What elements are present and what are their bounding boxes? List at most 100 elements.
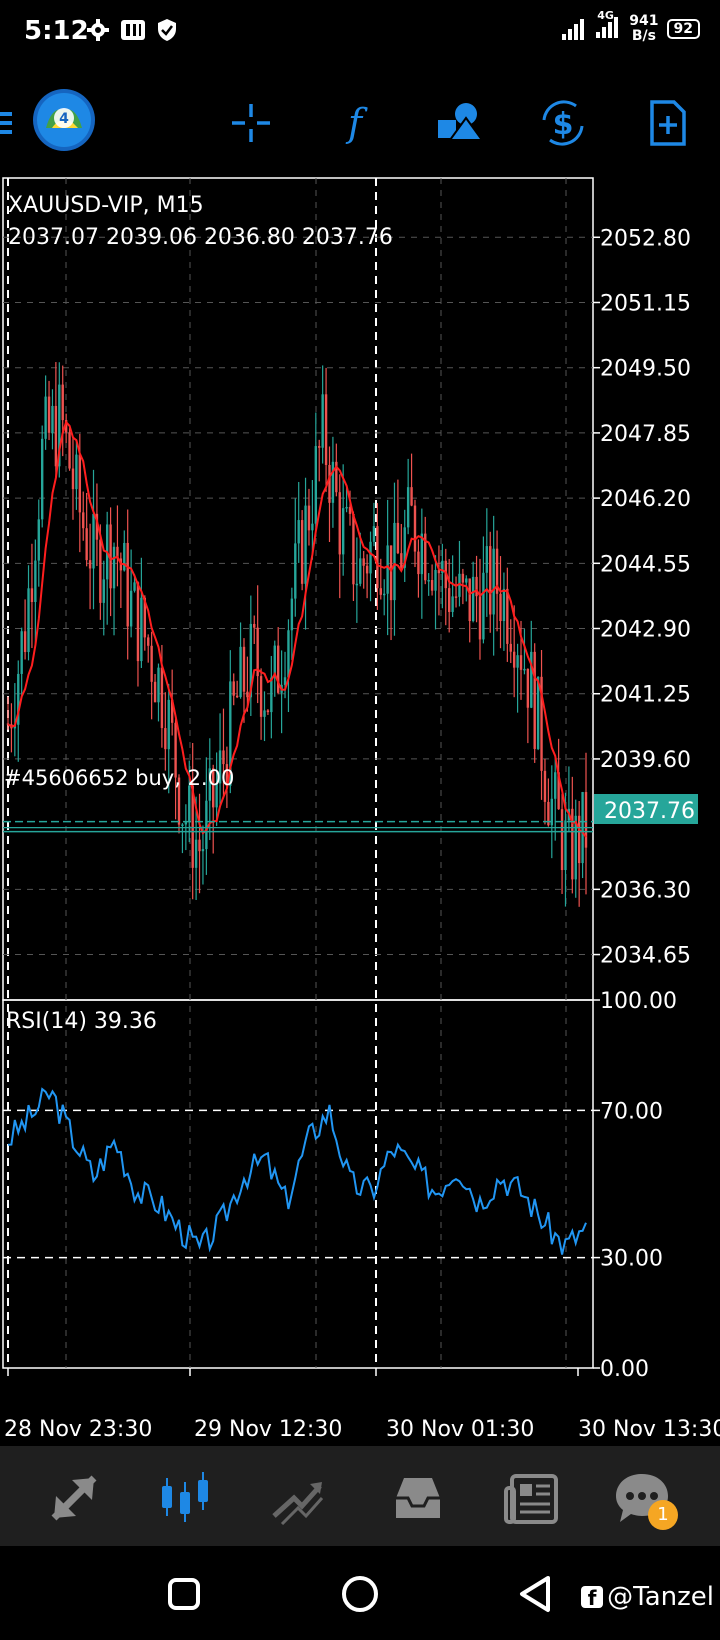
menu-icon[interactable] xyxy=(0,96,22,150)
candle-body xyxy=(489,546,492,615)
candle-body xyxy=(126,542,129,627)
candle-body xyxy=(102,579,105,603)
chart-toolbar: 4 f $ xyxy=(0,80,720,160)
candle-body xyxy=(577,815,581,864)
candle-body xyxy=(123,542,126,571)
price-tick-label: 2052.80 xyxy=(600,226,691,251)
chart-icon[interactable] xyxy=(156,1468,216,1528)
candle-body xyxy=(393,522,396,601)
home-button[interactable] xyxy=(340,1574,380,1614)
candle-body xyxy=(372,526,376,542)
candle-body xyxy=(150,645,153,682)
candle-body xyxy=(430,580,434,591)
clock: 5:12 xyxy=(24,16,89,46)
time-tick-label: 28 Nov 23:30 xyxy=(4,1417,152,1442)
candle-body xyxy=(406,487,410,528)
metatrader-logo[interactable]: 4 xyxy=(32,88,96,152)
candle-body xyxy=(44,396,47,439)
candle-body xyxy=(82,512,85,529)
candle-body xyxy=(345,506,348,509)
candle-body xyxy=(259,676,263,717)
candle-body xyxy=(362,558,365,566)
candle-body xyxy=(164,728,167,750)
candle-body xyxy=(51,405,54,433)
history-icon[interactable] xyxy=(388,1468,448,1528)
candle-body xyxy=(287,630,290,678)
candle-body xyxy=(304,505,307,584)
rsi-line xyxy=(7,1087,587,1255)
candle-body xyxy=(194,839,198,868)
battery-indicator: 92 xyxy=(666,19,700,39)
candle-body xyxy=(85,528,88,561)
rsi-label: RSI(14) 39.36 xyxy=(6,1009,157,1034)
settings-icon xyxy=(87,19,109,41)
price-axis: 2052.80 2051.15 2049.50 2047.85 2046.20 2044.… xyxy=(593,226,691,969)
quotes-icon[interactable] xyxy=(44,1468,104,1528)
candle-body xyxy=(379,588,382,595)
candle-body xyxy=(263,710,266,717)
candle-body xyxy=(413,505,417,552)
candle-body xyxy=(71,468,75,490)
candle-body xyxy=(311,523,314,531)
news-icon[interactable] xyxy=(502,1468,562,1528)
rsi-tick-label: 70.00 xyxy=(600,1099,663,1124)
network-speed: 941 B/s xyxy=(629,13,659,44)
system-navigation-bar: f @Tanzel xyxy=(0,1546,720,1640)
candle-body xyxy=(376,526,379,589)
candle-body xyxy=(266,710,270,713)
candle-body xyxy=(99,539,102,603)
recent-apps-button[interactable] xyxy=(164,1574,204,1614)
price-chart[interactable]: XAUUSD-VIP, M15 2037.07 2039.06 2036.80 … xyxy=(0,176,720,1446)
timeframe-icon[interactable]: $ xyxy=(536,96,590,150)
indicators-icon[interactable]: f xyxy=(328,96,382,150)
candle-body xyxy=(235,695,239,698)
candle-body xyxy=(184,822,188,825)
new-order-icon[interactable] xyxy=(640,96,694,150)
candle-body xyxy=(396,522,400,554)
candle-body xyxy=(307,505,311,531)
candle-body xyxy=(506,588,509,644)
candle-body xyxy=(300,520,304,584)
candle-body xyxy=(365,565,369,574)
facebook-icon: f xyxy=(581,1586,604,1610)
status-bar: 5:12 4G 941 B/s 92 xyxy=(0,0,720,66)
candle-body xyxy=(321,394,324,448)
price-tick-label: 2036.30 xyxy=(600,878,691,903)
candle-body xyxy=(512,651,516,668)
candle-body xyxy=(447,588,451,612)
crosshair-icon[interactable] xyxy=(224,96,278,150)
trade-icon[interactable] xyxy=(268,1468,328,1528)
svg-text:$: $ xyxy=(553,107,574,142)
candle-body xyxy=(78,454,82,513)
candle-body xyxy=(417,551,420,575)
candle-body xyxy=(341,508,345,555)
ohlc-label: 2037.07 2039.06 2036.80 2037.76 xyxy=(8,225,393,250)
objects-icon[interactable] xyxy=(432,96,486,150)
candle-body xyxy=(92,513,95,569)
price-tick-label: 2046.20 xyxy=(600,487,691,512)
candle-body xyxy=(314,446,318,524)
svg-text:f: f xyxy=(345,101,368,145)
candle-body xyxy=(160,667,164,729)
position-label[interactable]: #45606652 buy, 2.00 xyxy=(4,766,234,790)
candle-body xyxy=(129,590,133,627)
price-tick-label: 2051.15 xyxy=(600,291,691,316)
candle-body xyxy=(389,545,393,601)
app-notification-icon xyxy=(121,20,145,40)
svg-text:4: 4 xyxy=(59,111,69,127)
bottom-navigation: 1 xyxy=(0,1446,720,1546)
candle-body xyxy=(294,543,297,599)
candle-body xyxy=(205,800,208,850)
shield-icon xyxy=(158,19,176,41)
time-tick-label: 30 Nov 13:30 xyxy=(578,1417,720,1442)
rsi-axis: 100.00 70.00 30.00 0.00 xyxy=(593,989,677,1382)
candle-body xyxy=(465,578,468,583)
rsi-tick-label: 30.00 xyxy=(600,1247,663,1272)
candle-body xyxy=(290,598,294,631)
symbol-label: XAUUSD-VIP, M15 xyxy=(8,193,204,218)
messages-button[interactable]: 1 xyxy=(612,1468,678,1530)
candle-body xyxy=(410,487,413,506)
back-button[interactable] xyxy=(516,1574,556,1614)
candle-body xyxy=(136,582,140,662)
candle-body xyxy=(30,588,34,602)
